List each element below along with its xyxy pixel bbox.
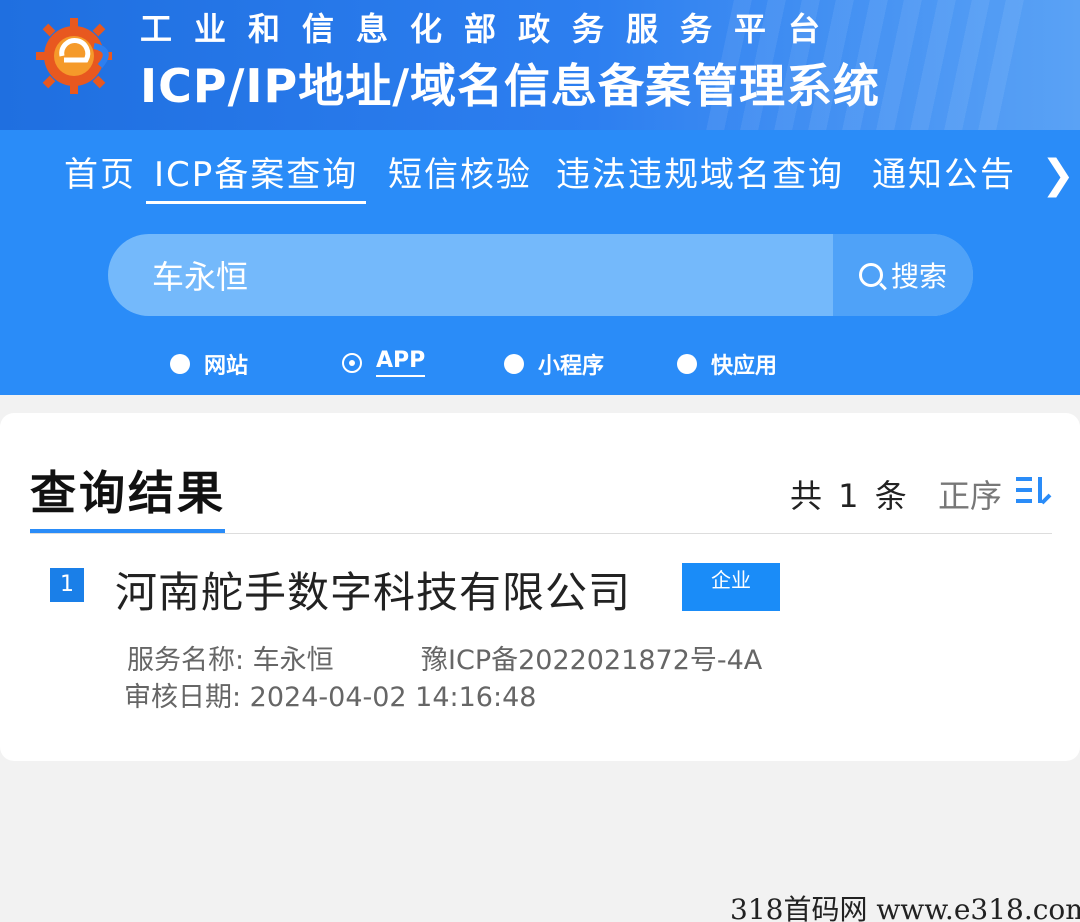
- radio-dot: [342, 352, 362, 373]
- company-name[interactable]: 河南舵手数字科技有限公司: [115, 559, 631, 620]
- radio-label: 快应用: [711, 354, 778, 379]
- banner-title: ICP/IP地址/域名信息备案管理系统: [140, 59, 881, 113]
- nav-item-home[interactable]: 首页: [64, 150, 136, 204]
- search-bar: 搜索: [108, 234, 973, 316]
- search-icon: [858, 263, 883, 287]
- nav-item-sms-verify[interactable]: 短信核验: [388, 150, 532, 204]
- review-date: 审核日期: 2024-04-02 14:16:48: [124, 682, 537, 713]
- nav-item-notice[interactable]: 通知公告: [872, 150, 1016, 204]
- chevron-right-icon[interactable]: ❯: [1036, 150, 1080, 200]
- header-banner: 工业和信息化部政务服务平台 ICP/IP地址/域名信息备案管理系统: [0, 0, 1080, 130]
- radio-dot: [170, 354, 190, 374]
- radio-quick-app[interactable]: 快应用: [677, 348, 777, 380]
- service-name: 服务名称: 车永恒: [127, 645, 334, 676]
- radio-label: APP: [376, 348, 426, 377]
- radio-label: 网站: [204, 354, 249, 379]
- radio-dot: [677, 354, 697, 374]
- radio-website[interactable]: 网站: [170, 348, 248, 380]
- entity-type-badge: 企业: [682, 563, 780, 611]
- radio-mini-program[interactable]: 小程序: [504, 348, 604, 380]
- search-panel: 首页 ICP备案查询 短信核验 违法违规域名查询 通知公告 ❯ 搜索 网站 AP…: [0, 130, 1080, 395]
- radio-app[interactable]: APP: [342, 348, 426, 377]
- watermark: 318首码网 www.e318.com: [730, 893, 1080, 922]
- sort-toggle[interactable]: 正序: [938, 471, 1002, 517]
- nav-item-illegal-domain[interactable]: 违法违规域名查询: [556, 150, 844, 204]
- nav-item-icp-query[interactable]: ICP备案查询: [146, 150, 367, 204]
- results-card: 查询结果 共 1 条 正序 1 河南舵手数字科技有限公司 企业 服务名称: 车永…: [0, 413, 1080, 761]
- search-input[interactable]: [108, 234, 833, 316]
- banner-subtitle: 工业和信息化部政务服务平台: [140, 10, 843, 48]
- search-button-label: 搜索: [890, 260, 947, 293]
- search-button[interactable]: 搜索: [833, 234, 973, 316]
- result-index: 1: [50, 568, 84, 602]
- license-number: 豫ICP备2022021872号-4A: [421, 645, 763, 676]
- radio-label: 小程序: [538, 354, 605, 379]
- results-title: 查询结果: [30, 466, 226, 520]
- title-underline: [30, 529, 225, 533]
- divider: [30, 533, 1052, 534]
- radio-dot: [504, 354, 524, 374]
- miit-logo-icon: [36, 18, 112, 94]
- main-nav: 首页 ICP备案查询 短信核验 违法违规域名查询 通知公告 ❯: [0, 150, 1080, 210]
- type-radio-group: 网站 APP 小程序 快应用: [0, 348, 1080, 388]
- results-count: 共 1 条: [790, 477, 910, 515]
- sort-lines-icon[interactable]: [1016, 475, 1052, 505]
